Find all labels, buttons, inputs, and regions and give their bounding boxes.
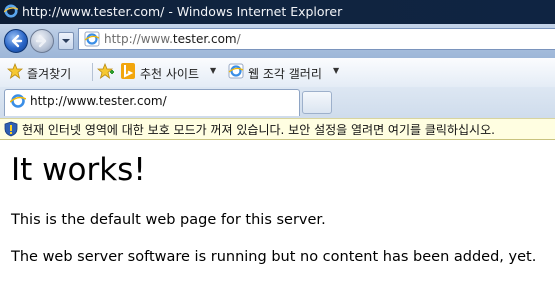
page-paragraph: This is the default web page for this se… — [11, 212, 326, 228]
new-tab-button[interactable] — [302, 91, 332, 114]
dropdown-arrow-icon[interactable]: ▼ — [210, 66, 216, 75]
bing-icon — [121, 63, 135, 79]
favorites-star-icon[interactable] — [7, 63, 23, 79]
toolbar-divider — [92, 63, 93, 81]
ie-icon — [4, 4, 18, 18]
add-to-favorites-icon[interactable] — [97, 63, 115, 79]
url-prefix: http://www. — [104, 32, 173, 46]
ie-page-icon — [10, 94, 26, 108]
window-title: http://www.tester.com/ - Windows Interne… — [22, 4, 343, 19]
favorites-button[interactable]: 즐겨찾기 — [27, 65, 71, 82]
web-slice-gallery-button[interactable]: 웹 조각 갤러리 — [248, 65, 322, 82]
info-bar-message[interactable]: 현재 인터넷 영역에 대한 보호 모드가 꺼져 있습니다. 보안 설정을 열려면… — [22, 121, 495, 138]
chevron-down-icon — [62, 39, 70, 43]
page-paragraph: The web server software is running but n… — [11, 249, 537, 265]
recent-pages-dropdown[interactable] — [58, 32, 74, 50]
address-url[interactable]: http://www.tester.com/ — [104, 32, 241, 46]
tab-label[interactable]: http://www.tester.com/ — [30, 94, 167, 108]
page-icon — [84, 31, 100, 47]
back-button[interactable] — [4, 29, 28, 53]
url-domain: tester.com — [172, 32, 237, 46]
back-arrow-icon — [11, 34, 23, 48]
shield-icon — [4, 121, 18, 137]
url-suffix: / — [236, 32, 241, 46]
forward-button[interactable] — [30, 29, 54, 53]
suggested-sites-button[interactable]: 추천 사이트 — [140, 65, 199, 82]
dropdown-arrow-icon[interactable]: ▼ — [333, 66, 339, 75]
page-heading: It works! — [11, 152, 146, 188]
forward-arrow-icon — [35, 34, 47, 48]
web-slice-icon — [228, 63, 244, 79]
